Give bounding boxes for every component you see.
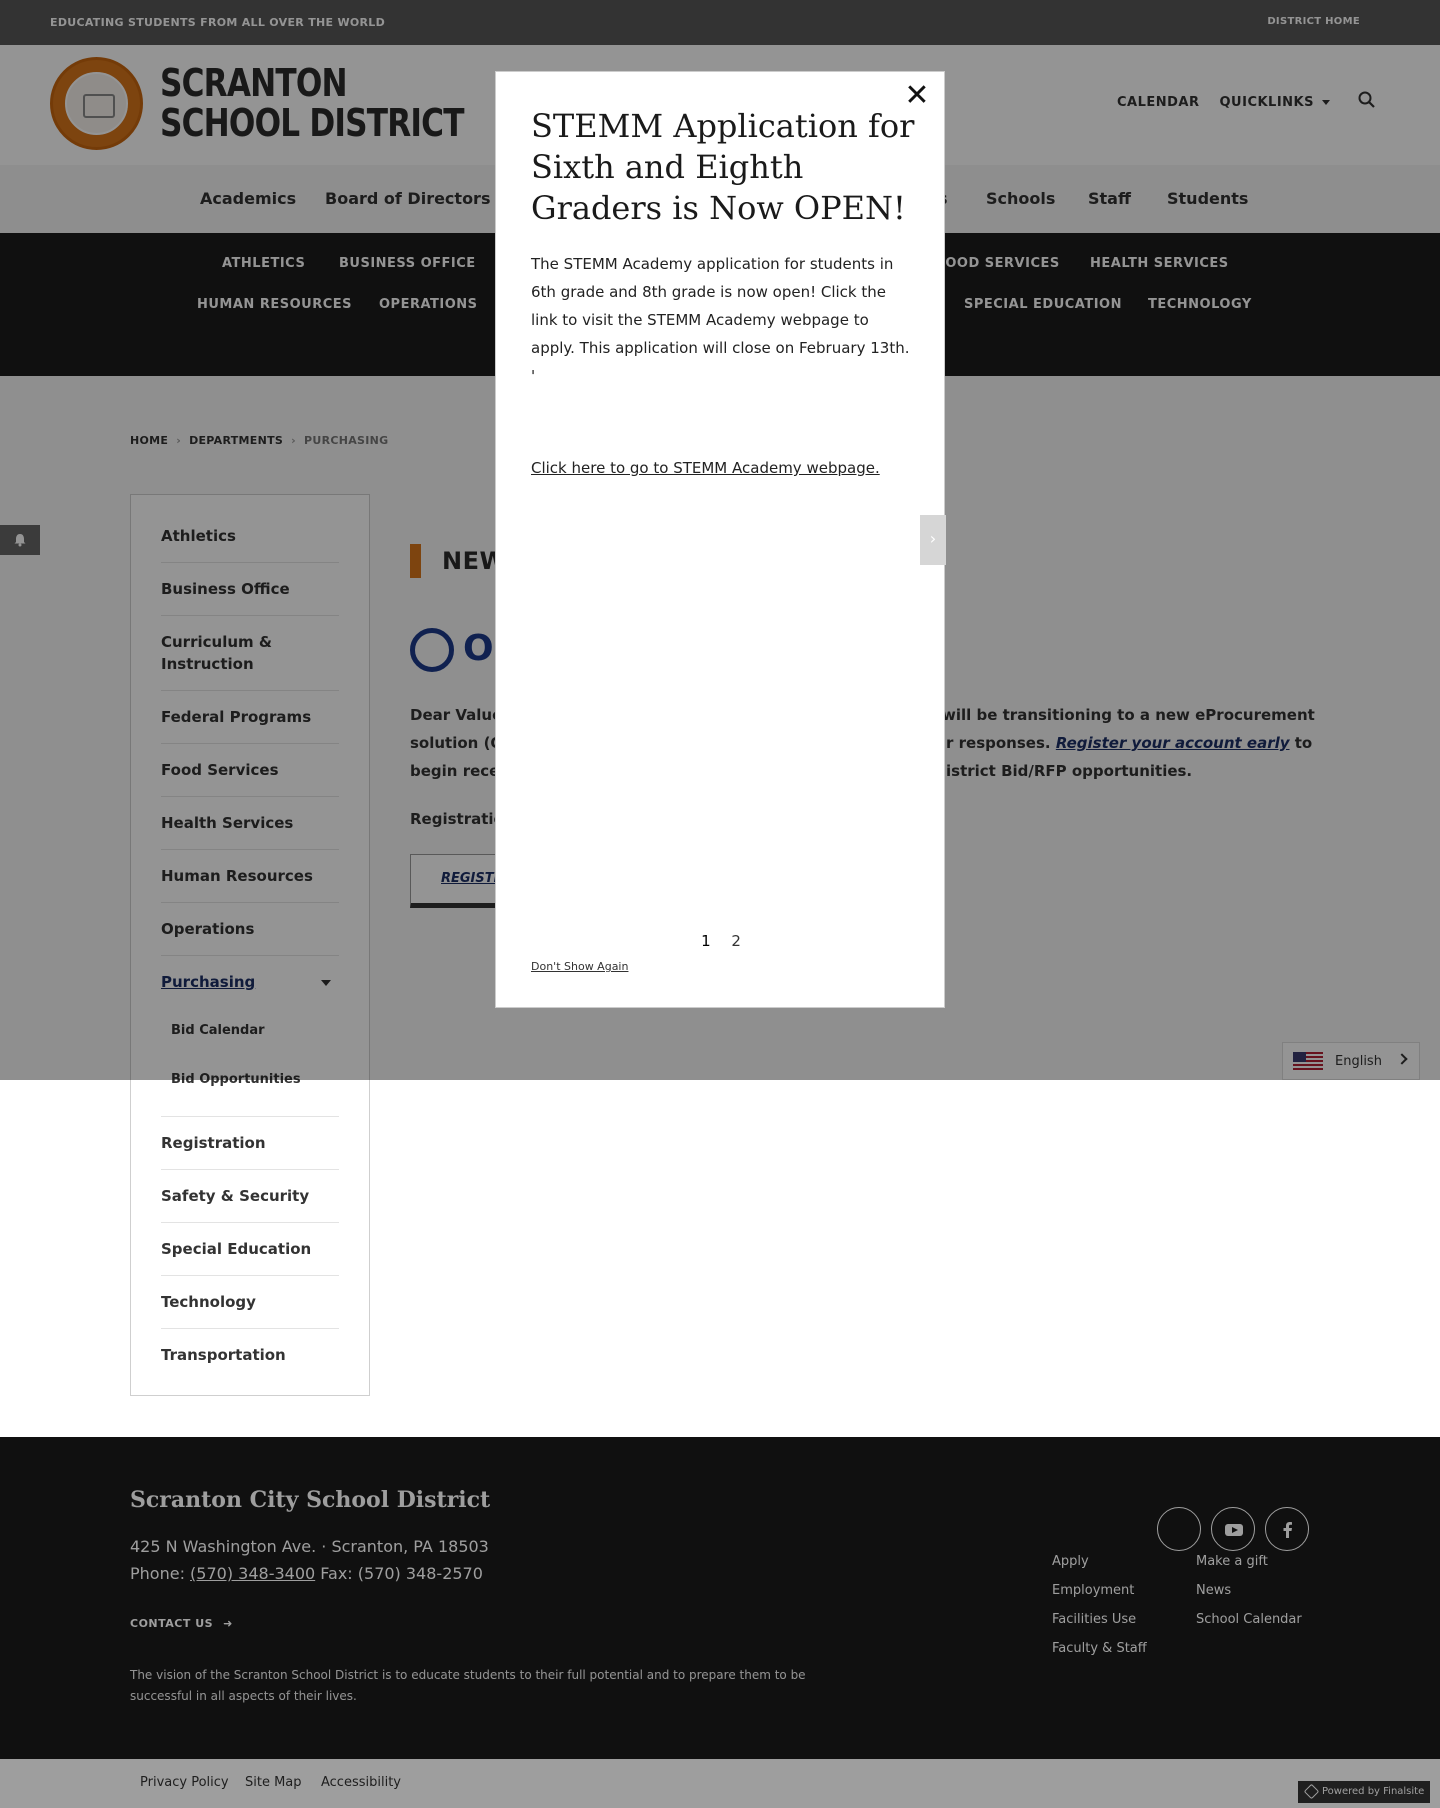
youtube-icon[interactable] [1211, 1507, 1255, 1551]
site-footer: Scranton City School District 425 N Wash… [0, 1437, 1440, 1759]
footer-district-name: Scranton City School District [130, 1487, 491, 1513]
site-map-link[interactable]: Site Map [245, 1775, 302, 1790]
footer-link-news[interactable]: News [1196, 1583, 1231, 1598]
modal-pagination: 1 2 [496, 932, 946, 950]
dont-show-again-link[interactable]: Don't Show Again [531, 960, 628, 973]
finalsite-icon [1303, 1783, 1320, 1800]
sidebar-item-technology[interactable]: Technology [161, 1291, 339, 1313]
footer-phone: Phone: (570) 348-3400 Fax: (570) 348-257… [130, 1564, 483, 1583]
accessibility-link[interactable]: Accessibility [321, 1775, 401, 1790]
footer-link-facilities-use[interactable]: Facilities Use [1052, 1612, 1136, 1627]
stemm-webpage-link[interactable]: Click here to go to STEMM Academy webpag… [531, 459, 880, 477]
social-instagram-icon[interactable] [1157, 1507, 1201, 1551]
legal-bar: Privacy Policy Site Map Accessibility [0, 1759, 1440, 1808]
footer-link-apply[interactable]: Apply [1052, 1554, 1089, 1569]
page-1-button[interactable]: 1 [701, 932, 711, 950]
sidebar-item-special-education[interactable]: Special Education [161, 1238, 339, 1260]
footer-link-school-calendar[interactable]: School Calendar [1196, 1612, 1302, 1627]
footer-link-employment[interactable]: Employment [1052, 1583, 1134, 1598]
page-2-button[interactable]: 2 [731, 932, 741, 950]
sidebar-item-transportation[interactable]: Transportation [161, 1344, 339, 1366]
footer-link-make-a-gift[interactable]: Make a gift [1196, 1554, 1268, 1569]
footer-address: 425 N Washington Ave. · Scranton, PA 185… [130, 1537, 489, 1556]
sidebar-item-safety-security[interactable]: Safety & Security [161, 1185, 339, 1207]
announcement-modal: ✕ STEMM Application for Sixth and Eighth… [495, 71, 946, 1008]
phone-link[interactable]: (570) 348-3400 [190, 1564, 315, 1583]
contact-us-link[interactable]: CONTACT US ➜ [130, 1617, 233, 1630]
modal-title: STEMM Application for Sixth and Eighth G… [531, 107, 915, 227]
facebook-icon[interactable] [1265, 1507, 1309, 1551]
arrow-right-icon: ➜ [223, 1617, 233, 1630]
next-slide-button[interactable]: › [920, 515, 946, 565]
footer-link-faculty-staff[interactable]: Faculty & Staff [1052, 1641, 1147, 1656]
vision-statement: The vision of the Scranton School Distri… [130, 1668, 806, 1703]
modal-body: The STEMM Academy application for studen… [531, 255, 910, 385]
privacy-policy-link[interactable]: Privacy Policy [140, 1775, 229, 1790]
sidebar-item-registration[interactable]: Registration [161, 1132, 339, 1154]
powered-by-finalsite-badge[interactable]: Powered by Finalsite [1298, 1781, 1430, 1803]
